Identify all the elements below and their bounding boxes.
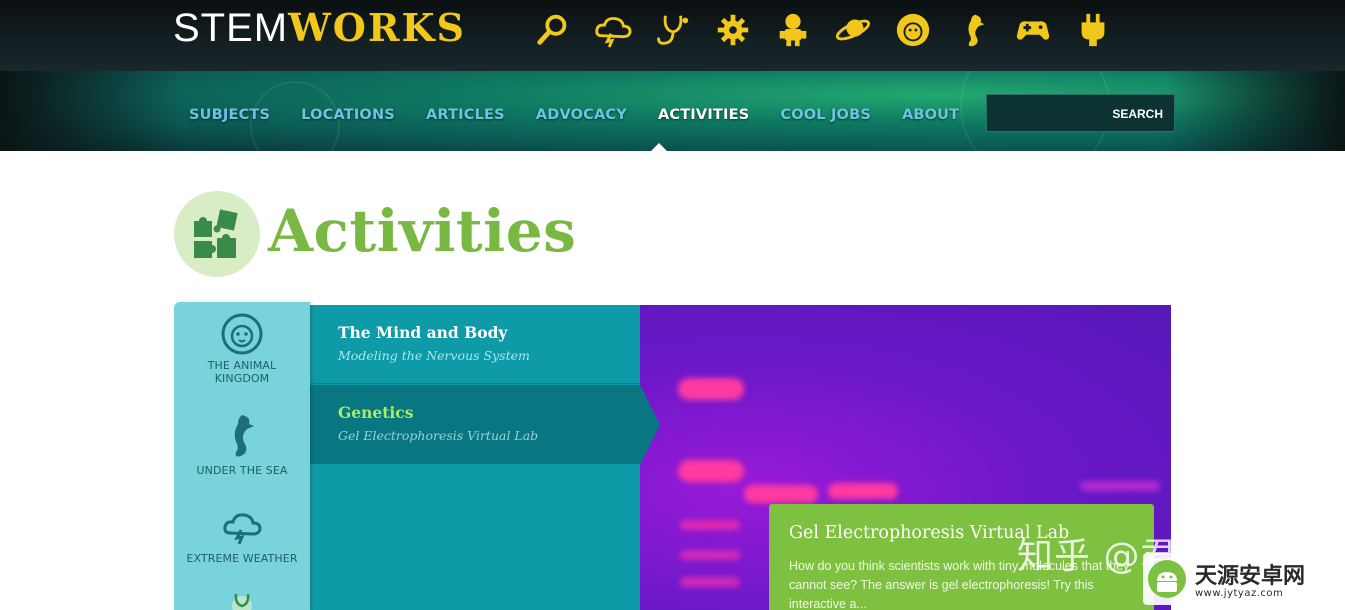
- watermark-site-url: www.jytyaz.com: [1195, 588, 1284, 599]
- page-title: Activities: [268, 197, 577, 265]
- nav-activities[interactable]: ACTIVITIES: [658, 107, 749, 123]
- stethoscope-icon[interactable]: [648, 6, 698, 54]
- search-button[interactable]: SEARCH: [1112, 107, 1163, 121]
- stethoscope-icon: [232, 593, 252, 610]
- gel-band: [678, 378, 744, 400]
- nav-cool-jobs[interactable]: COOL JOBS: [780, 107, 871, 123]
- title-badge: [174, 191, 260, 277]
- category-animal-kingdom[interactable]: THE ANIMAL KINGDOM: [174, 312, 310, 385]
- logo-part-works: WORKS: [288, 5, 466, 50]
- activity-title: The Mind and Body: [338, 323, 508, 342]
- gel-band: [828, 483, 898, 499]
- logo-part-stem: STEM: [173, 6, 289, 50]
- planet-icon[interactable]: [828, 6, 878, 54]
- lion-icon[interactable]: [888, 6, 938, 54]
- selected-item-arrow: [640, 385, 660, 465]
- search-box: SEARCH: [986, 94, 1175, 132]
- gel-band: [680, 577, 740, 587]
- search-input[interactable]: [993, 101, 1103, 125]
- gamepad-icon[interactable]: [1008, 6, 1058, 54]
- storm-cloud-icon: [223, 513, 262, 544]
- gel-band: [744, 485, 818, 503]
- gel-band: [678, 460, 744, 482]
- nav-locations[interactable]: LOCATIONS: [301, 107, 395, 123]
- site-logo[interactable]: STEM WORKS: [173, 5, 466, 51]
- top-bar: STEM WORKS: [0, 0, 1345, 71]
- active-nav-indicator: [651, 143, 667, 151]
- nav-shade-right: [1165, 71, 1345, 151]
- lion-icon: [221, 313, 263, 355]
- category-label: EXTREME WEATHER: [186, 552, 298, 565]
- puzzle-icon: [194, 209, 238, 258]
- nav-shade-left: [0, 71, 180, 151]
- gel-band: [680, 550, 740, 560]
- site-watermark: 天源安卓网 www.jytyaz.com: [1143, 553, 1341, 605]
- nav-subjects[interactable]: SUBJECTS: [189, 107, 270, 123]
- android-logo-icon: [1148, 560, 1186, 598]
- activity-subtitle: Gel Electrophoresis Virtual Lab: [338, 428, 539, 443]
- activity-item-mind-body[interactable]: The Mind and Body Modeling the Nervous S…: [310, 305, 640, 384]
- watermark-site-name: 天源安卓网: [1195, 564, 1306, 589]
- storm-cloud-icon[interactable]: [588, 6, 638, 54]
- nav-advocacy[interactable]: ADVOCACY: [536, 107, 627, 123]
- main-nav: SUBJECTS LOCATIONS ARTICLES ADVOCACY ACT…: [189, 107, 990, 123]
- activity-subtitle: Modeling the Nervous System: [338, 348, 530, 363]
- seahorse-icon: [234, 415, 254, 457]
- gel-band: [680, 520, 740, 530]
- search-icon[interactable]: [528, 6, 578, 54]
- subject-icon-bar: [528, 6, 1118, 54]
- seahorse-icon[interactable]: [948, 6, 998, 54]
- activity-list: The Mind and Body Modeling the Nervous S…: [310, 305, 640, 610]
- gear-icon[interactable]: [708, 6, 758, 54]
- activity-title: Genetics: [338, 403, 414, 422]
- category-under-the-sea[interactable]: UNDER THE SEA: [174, 412, 310, 477]
- nav-articles[interactable]: ARTICLES: [426, 107, 505, 123]
- category-next[interactable]: [174, 590, 310, 610]
- gel-band: [1080, 481, 1160, 491]
- activity-item-genetics[interactable]: Genetics Gel Electrophoresis Virtual Lab: [310, 385, 640, 464]
- robot-icon[interactable]: [768, 6, 818, 54]
- plug-icon[interactable]: [1068, 6, 1118, 54]
- category-sidebar: THE ANIMAL KINGDOM UNDER THE SEA EXTREME…: [174, 302, 310, 610]
- category-label: UNDER THE SEA: [196, 464, 288, 477]
- category-label: THE ANIMAL KINGDOM: [207, 359, 277, 385]
- nav-about[interactable]: ABOUT: [902, 107, 959, 123]
- category-extreme-weather[interactable]: EXTREME WEATHER: [174, 510, 310, 565]
